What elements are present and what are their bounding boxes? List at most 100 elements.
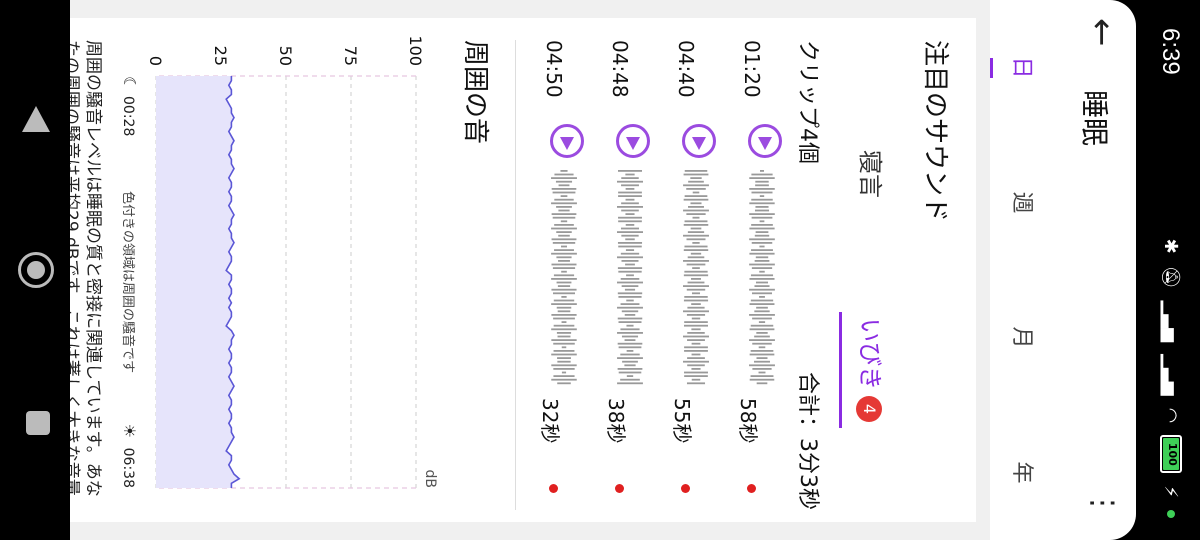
play-icon[interactable] <box>550 124 584 158</box>
waveform-bar <box>683 299 709 302</box>
waveform-bar <box>684 346 708 349</box>
ambient-chart: 0 25 50 75 100 dB 00:28 ☾ 06:38 ☀ 色付きの領域は周囲の騒音です <box>120 35 438 489</box>
waveform-bar <box>754 260 770 262</box>
clip-time: 04:50 <box>542 40 566 98</box>
play-icon[interactable] <box>682 124 716 158</box>
waveform-bar <box>617 357 643 359</box>
waveform-bar <box>621 234 639 237</box>
waveform-bar <box>617 368 643 370</box>
waveform-bar <box>561 371 567 374</box>
y-tick-label: 50 <box>276 46 295 66</box>
waveform-bar <box>617 231 643 234</box>
waveform-bar <box>617 180 643 183</box>
content-area: 注目のサウンド 寝言 いびき4 クリップ4個 合計：3分3秒 01:20 58秒 0… <box>70 0 990 540</box>
clip-time: 04:40 <box>674 40 698 98</box>
waveform-bar <box>683 360 709 363</box>
waveform-bar <box>553 292 575 295</box>
waveform-bar <box>625 173 635 176</box>
sunrise-icon: ☀ <box>120 424 139 438</box>
waveform-bar <box>625 249 635 251</box>
y-tick-label: 100 <box>406 35 425 66</box>
waveform-bar <box>691 278 701 280</box>
status-time: 6:39 <box>1157 28 1184 75</box>
waveform-bar <box>553 274 575 277</box>
waveform-bar <box>749 177 775 179</box>
mute-icon: 🔕︎ <box>1160 265 1182 289</box>
ambient-note: 周囲の騒音レベルは睡眠の質と密接に関連しています。あなたの周囲の騒音は平均29 … <box>70 40 103 497</box>
waveform-bar <box>552 216 576 219</box>
waveform-bar <box>558 184 570 187</box>
tab-year[interactable]: 年 <box>990 405 1056 540</box>
waveform-bar <box>749 328 775 331</box>
tab-month[interactable]: 月 <box>990 270 1056 405</box>
waveform-bar <box>690 227 702 230</box>
waveform-bar <box>683 234 709 237</box>
waveform-bar <box>618 216 642 219</box>
waveform-bar <box>687 357 705 359</box>
waveform-bar <box>624 288 636 291</box>
clip-summary: クリップ4個 合計：3分3秒 <box>794 40 826 510</box>
waveform-bar <box>683 274 709 277</box>
waveform-bar <box>751 267 773 269</box>
waveform-bar <box>620 278 640 280</box>
nav-back-icon[interactable] <box>16 100 56 140</box>
tab-day[interactable]: 日 <box>990 0 1056 135</box>
play-icon[interactable] <box>748 124 782 158</box>
waveform-bar <box>557 360 571 363</box>
waveform-bar <box>691 328 701 331</box>
page-title: 睡眠 <box>1078 90 1111 147</box>
sound-card: 注目のサウンド 寝言 いびき4 クリップ4個 合計：3分3秒 01:20 58秒 0… <box>70 18 976 522</box>
waveform-bar <box>751 198 773 201</box>
ambient-area <box>156 76 240 488</box>
waveform-bar <box>561 321 567 323</box>
waveform-bar <box>752 368 772 370</box>
waveform-bar <box>684 270 708 273</box>
y-tick-label: 25 <box>211 46 230 66</box>
waveform-bar <box>551 378 577 381</box>
waveform-bar <box>617 267 643 269</box>
waveform-bar <box>691 303 701 305</box>
waveform-bar <box>617 292 643 295</box>
waveform-bar <box>687 231 705 234</box>
x-end-label: 06:38 <box>120 448 136 488</box>
waveform-bar <box>621 260 639 262</box>
nav-bar <box>0 0 70 540</box>
arrow-left-icon[interactable]: ← <box>1082 18 1122 47</box>
waveform-bar <box>754 209 770 212</box>
divider <box>515 40 516 510</box>
waveform-bar <box>691 342 701 345</box>
waveform-bar <box>692 216 700 219</box>
waveform-bar <box>560 170 568 172</box>
waveform-bar <box>617 256 643 259</box>
waveform-bar <box>620 328 640 331</box>
waveform-bar <box>690 252 702 255</box>
waveform-bar <box>755 206 769 208</box>
waveform-bar <box>754 310 770 313</box>
waveform-bar <box>683 198 709 201</box>
waveform-bar <box>625 213 635 216</box>
waveform-bar <box>686 238 706 241</box>
waveform-bar <box>620 303 640 305</box>
charging-icon: ⚡ <box>1160 485 1182 498</box>
waveform-bar <box>552 191 576 194</box>
tab-snoring[interactable]: いびき 4 <box>839 312 890 428</box>
play-icon[interactable] <box>616 124 650 158</box>
nav-home-icon[interactable] <box>16 250 56 290</box>
tab-sleep-talk[interactable]: 寝言 <box>855 150 890 198</box>
clip-row: 04:50 32秒 <box>522 40 588 510</box>
waveform-bar <box>560 245 568 248</box>
waveform-bar <box>751 249 773 251</box>
waveform-bar <box>691 353 701 356</box>
tab-week[interactable]: 週 <box>990 135 1056 270</box>
nav-recent-icon[interactable] <box>16 405 56 445</box>
more-vert-icon[interactable]: ⋮ <box>1085 488 1120 518</box>
clip-duration: 38秒 <box>604 398 628 444</box>
waveform-bar <box>749 213 775 216</box>
waveform-bar <box>617 206 643 208</box>
signal-icon: ▁▃▅ <box>1160 354 1182 396</box>
waveform-bar <box>558 234 570 237</box>
waveform-bar <box>621 335 639 338</box>
bluetooth-icon: ✱ <box>1160 238 1182 254</box>
waveform-bar <box>683 285 709 287</box>
waveform-bar <box>551 364 577 367</box>
